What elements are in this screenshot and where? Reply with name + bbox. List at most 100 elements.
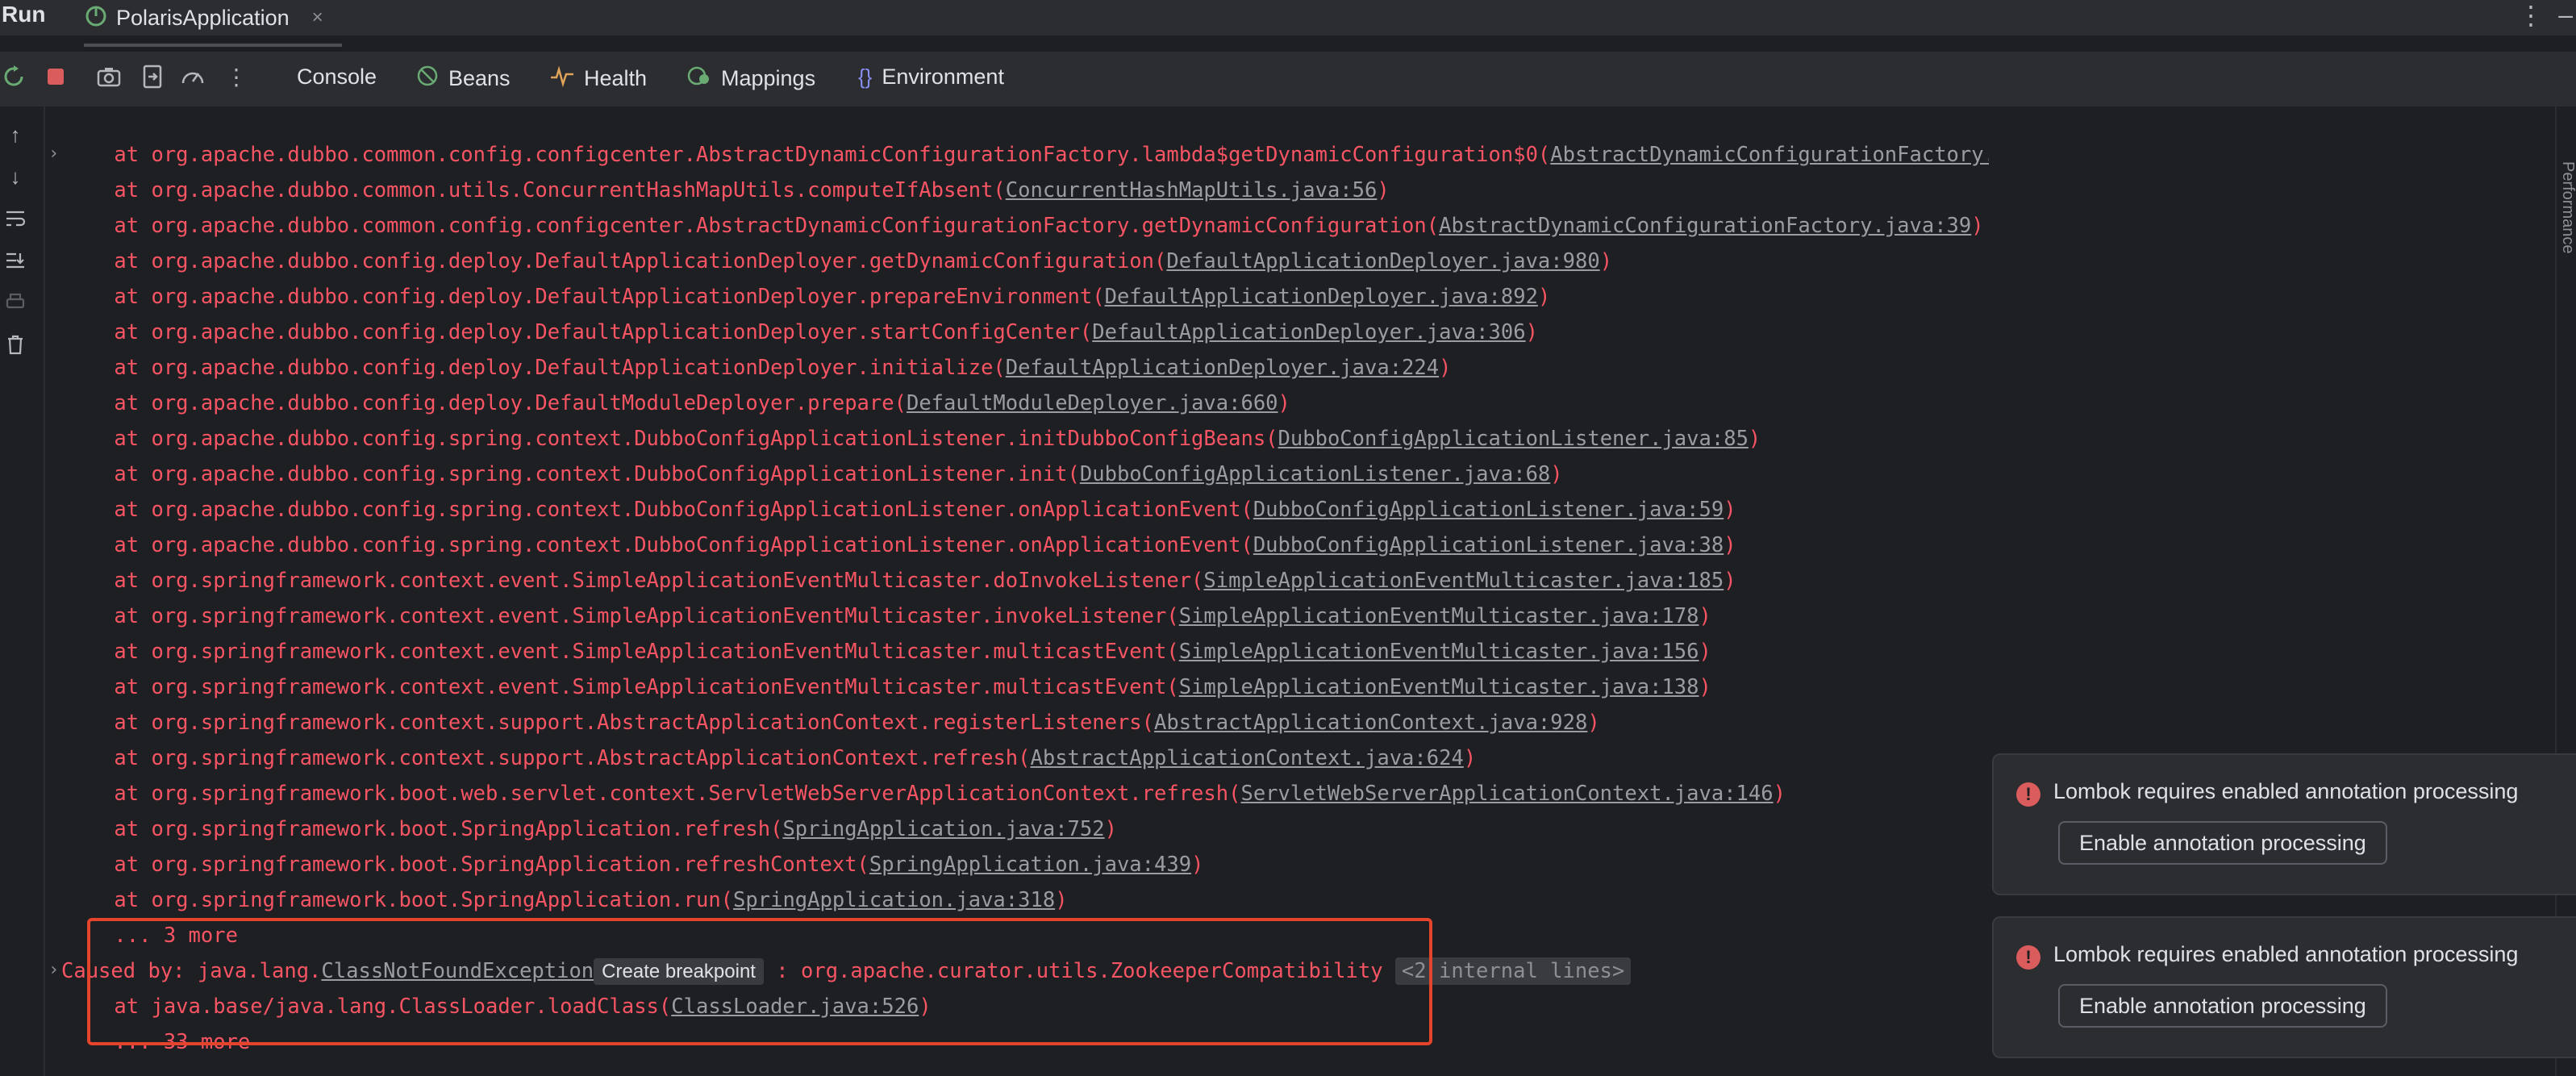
spring-boot-icon [84, 4, 108, 32]
console-line-suffix: ) [1278, 391, 1290, 415]
console-line: at org.springframework.context.event.Sim… [65, 634, 1711, 669]
console-line-suffix: ) [1191, 853, 1204, 877]
more-options-icon[interactable]: ⋮ [2518, 0, 2544, 31]
tab-health-label: Health [584, 66, 648, 90]
console-line: at org.springframework.context.event.Sim… [65, 598, 1711, 634]
source-link[interactable]: DefaultApplicationDeployer.java:980 [1166, 249, 1599, 273]
console-line: at org.apache.dubbo.config.deploy.Defaul… [65, 350, 1451, 386]
source-link[interactable]: SimpleApplicationEventMulticaster.java:1… [1179, 675, 1699, 699]
source-link[interactable]: ConcurrentHashMapUtils.java:56 [1006, 178, 1378, 202]
console-line: at org.apache.dubbo.config.spring.contex… [65, 421, 1761, 457]
fold-chevron-icon[interactable]: › [48, 144, 59, 164]
notification-title: Lombok requires enabled annotation proce… [2053, 779, 2519, 803]
tab-environment-label: Environment [882, 65, 1004, 89]
console-line-text: at org.apache.dubbo.config.deploy.Defaul… [65, 391, 907, 415]
source-link[interactable]: DefaultApplicationDeployer.java:892 [1105, 285, 1538, 309]
console-line-suffix: ) [1699, 640, 1711, 664]
run-tab-polaris[interactable]: PolarisApplication × [84, 0, 323, 35]
console-line-suffix: ) [1971, 214, 1984, 238]
dump-threads-icon[interactable] [139, 63, 166, 90]
source-link[interactable]: DefaultApplicationDeployer.java:306 [1092, 320, 1525, 344]
console-line-suffix: ) [1377, 178, 1390, 202]
title-bar [0, 0, 2576, 35]
print-icon[interactable] [3, 290, 27, 315]
source-link[interactable]: DubboConfigApplicationListener.java:38 [1253, 533, 1724, 557]
source-link[interactable]: DubboConfigApplicationListener.java:68 [1080, 462, 1550, 486]
console-line-text: at org.apache.dubbo.config.spring.contex… [65, 427, 1278, 451]
minimize-icon[interactable]: – [2558, 0, 2573, 30]
arrow-up-icon[interactable]: ↑ [3, 123, 27, 147]
console-line: at org.apache.dubbo.config.deploy.Defaul… [65, 386, 1290, 421]
console-line: at org.springframework.context.support.A… [65, 705, 1599, 740]
console-line-suffix: ) [1104, 817, 1117, 841]
tab-environment[interactable]: {} Environment [858, 65, 1004, 90]
soft-wrap-icon[interactable] [3, 206, 27, 231]
console-line-text: at org.springframework.context.support.A… [65, 746, 1031, 770]
source-link[interactable]: DefaultModuleDeployer.java:660 [907, 391, 1278, 415]
console-line-text: at org.springframework.boot.SpringApplic… [65, 853, 869, 877]
source-link[interactable]: SpringApplication.java:318 [733, 888, 1055, 912]
console-line: at org.apache.dubbo.config.spring.contex… [65, 492, 1736, 528]
stop-icon[interactable] [42, 63, 69, 90]
console-line: at org.apache.dubbo.common.config.config… [65, 208, 1984, 244]
run-tab-title: PolarisApplication [116, 5, 290, 30]
gauge-icon[interactable] [179, 63, 206, 90]
rerun-icon[interactable] [0, 63, 27, 90]
console-line-suffix: ) [1439, 356, 1452, 380]
tab-underline [84, 44, 342, 47]
source-link[interactable]: SpringApplication.java:439 [869, 853, 1191, 877]
source-link[interactable]: DubboConfigApplicationListener.java:59 [1253, 498, 1724, 522]
source-link[interactable]: AbstractApplicationContext.java:928 [1154, 711, 1587, 735]
source-link[interactable]: AbstractApplicationContext.java:624 [1030, 746, 1463, 770]
console-line: at org.apache.dubbo.common.utils.Concurr… [65, 173, 1390, 208]
tab-console[interactable]: Console [297, 65, 377, 90]
console-line: at org.springframework.boot.SpringApplic… [65, 847, 1203, 882]
environment-icon: {} [858, 65, 873, 89]
console-line-text: at org.springframework.context.event.Sim… [65, 569, 1204, 593]
source-link[interactable]: AbstractDynamicConfigurationFactory.java… [1550, 143, 1989, 167]
console-line-text: at org.apache.dubbo.config.spring.contex… [65, 462, 1080, 486]
scroll-to-end-icon[interactable] [3, 248, 27, 273]
fold-chevron-icon[interactable]: › [48, 960, 59, 980]
console-line-suffix: ) [1699, 675, 1711, 699]
console-line: at org.springframework.boot.SpringApplic… [65, 882, 1067, 918]
source-link[interactable]: SimpleApplicationEventMulticaster.java:1… [1203, 569, 1724, 593]
enable-annotation-processing-button[interactable]: Enable annotation processing [2058, 984, 2387, 1028]
camera-icon[interactable] [95, 63, 123, 90]
tab-console-label: Console [297, 65, 377, 89]
source-link[interactable]: SpringApplication.java:752 [782, 817, 1104, 841]
console-line-suffix: ) [1748, 427, 1761, 451]
source-link[interactable]: SimpleApplicationEventMulticaster.java:1… [1179, 640, 1699, 664]
arrow-down-icon[interactable]: ↓ [3, 165, 27, 189]
source-link[interactable]: ServletWebServerApplicationContext.java:… [1240, 782, 1773, 806]
enable-annotation-processing-button[interactable]: Enable annotation processing [2058, 821, 2387, 865]
console-line-text: at org.apache.dubbo.config.deploy.Defaul… [65, 249, 1167, 273]
console-line-text: at org.apache.dubbo.common.config.config… [65, 143, 1551, 167]
source-link[interactable]: AbstractDynamicConfigurationFactory.java… [1439, 214, 1971, 238]
error-highlight-box [87, 918, 1432, 1045]
console-line-suffix: ) [1773, 782, 1786, 806]
source-link[interactable]: SimpleApplicationEventMulticaster.java:1… [1179, 604, 1699, 628]
console-line-suffix: ) [1599, 249, 1613, 273]
close-icon[interactable]: × [312, 6, 323, 29]
console-line-text: at org.apache.dubbo.common.utils.Concurr… [65, 178, 1006, 202]
more-actions-icon[interactable]: ⋮ [223, 63, 250, 90]
console-line-suffix: ) [1724, 569, 1736, 593]
source-link[interactable]: DubboConfigApplicationListener.java:85 [1278, 427, 1749, 451]
console-line-suffix: ) [1724, 533, 1736, 557]
console-line: at org.springframework.boot.SpringApplic… [65, 811, 1117, 847]
trash-icon[interactable] [3, 332, 27, 357]
console-line: at org.springframework.context.event.Sim… [65, 669, 1711, 705]
console-line-text: at org.springframework.boot.web.servlet.… [65, 782, 1241, 806]
console-line: at org.springframework.context.event.Sim… [65, 563, 1736, 598]
error-icon: ! [2016, 782, 2040, 807]
console-line-text: at org.springframework.context.event.Sim… [65, 675, 1179, 699]
source-link[interactable]: DefaultApplicationDeployer.java:224 [1006, 356, 1439, 380]
console-line-text: at org.springframework.boot.SpringApplic… [65, 817, 783, 841]
console-line: at org.apache.dubbo.config.deploy.Defaul… [65, 244, 1612, 279]
notification-title: Lombok requires enabled annotation proce… [2053, 942, 2519, 966]
console-line: at org.apache.dubbo.config.deploy.Defaul… [65, 315, 1538, 350]
performance-tool-label[interactable]: Performance [2558, 161, 2576, 254]
console-line-text: at org.apache.dubbo.config.deploy.Defaul… [65, 320, 1093, 344]
console-line-suffix: ) [1463, 746, 1477, 770]
